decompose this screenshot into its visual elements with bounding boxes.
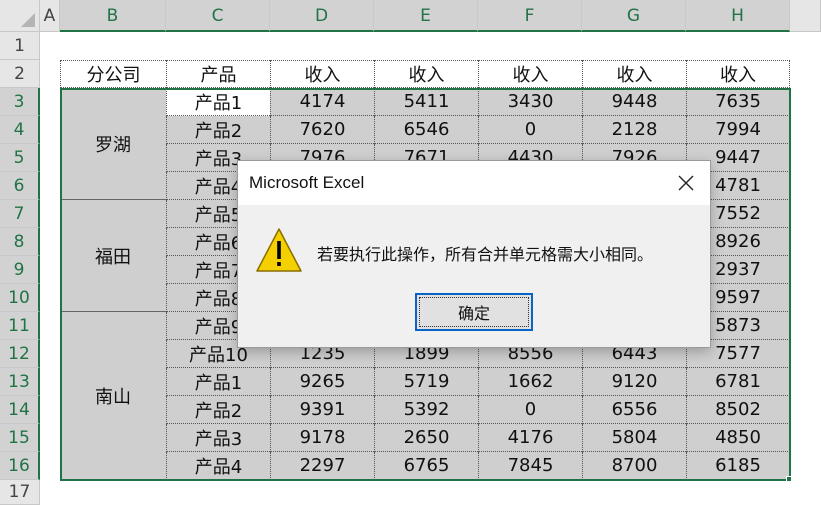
value-cell[interactable]: 8502 (686, 396, 790, 424)
product-cell[interactable]: 产品2 (166, 116, 270, 144)
warning-icon (256, 228, 302, 272)
row-header-2[interactable]: 2 (0, 60, 40, 88)
value-cell[interactable]: 6781 (686, 368, 790, 396)
row-header-15[interactable]: 15 (0, 424, 40, 452)
column-header-h[interactable]: H (686, 0, 790, 32)
column-header-g[interactable]: G (582, 0, 686, 32)
fill-handle[interactable] (786, 476, 792, 482)
header-cell-h[interactable]: 收入 (686, 60, 790, 88)
value-cell[interactable]: 4174 (270, 88, 374, 116)
row-header-11[interactable]: 11 (0, 312, 40, 340)
value-cell[interactable]: 3430 (478, 88, 582, 116)
value-cell[interactable]: 9391 (270, 396, 374, 424)
row-header-9[interactable]: 9 (0, 256, 40, 284)
value-cell[interactable]: 2128 (582, 116, 686, 144)
header-cell-f[interactable]: 收入 (478, 60, 582, 88)
value-cell[interactable]: 8700 (582, 452, 686, 480)
value-cell[interactable]: 7620 (270, 116, 374, 144)
product-cell[interactable]: 产品1 (166, 368, 270, 396)
value-cell[interactable]: 6546 (374, 116, 478, 144)
column-header-f[interactable]: F (478, 0, 582, 32)
column-header-filler (790, 0, 821, 32)
value-cell[interactable]: 5719 (374, 368, 478, 396)
header-cell-g[interactable]: 收入 (582, 60, 686, 88)
value-cell[interactable]: 0 (478, 116, 582, 144)
column-header-b[interactable]: B (60, 0, 166, 32)
dialog-titlebar: Microsoft Excel (238, 161, 710, 205)
group-cell-3[interactable]: 南山 (60, 312, 166, 480)
product-cell[interactable]: 产品1 (166, 88, 270, 116)
row-header-1[interactable]: 1 (0, 32, 40, 60)
value-cell[interactable]: 7845 (478, 452, 582, 480)
row-header-13[interactable]: 13 (0, 368, 40, 396)
header-cell-e[interactable]: 收入 (374, 60, 478, 88)
value-cell[interactable]: 2297 (270, 452, 374, 480)
value-cell[interactable]: 4176 (478, 424, 582, 452)
column-header-a[interactable]: A (40, 0, 60, 32)
column-header-e[interactable]: E (374, 0, 478, 32)
value-cell[interactable]: 5392 (374, 396, 478, 424)
value-cell[interactable]: 7635 (686, 88, 790, 116)
value-cell[interactable]: 9120 (582, 368, 686, 396)
dialog-title: Microsoft Excel (249, 173, 365, 192)
row-header-10[interactable]: 10 (0, 284, 40, 312)
group-cell-2[interactable]: 福田 (60, 200, 166, 312)
product-cell[interactable]: 产品4 (166, 452, 270, 480)
header-cell-b[interactable]: 分公司 (60, 60, 166, 88)
value-cell[interactable]: 6765 (374, 452, 478, 480)
value-cell[interactable]: 9178 (270, 424, 374, 452)
value-cell[interactable]: 5804 (582, 424, 686, 452)
row-header-17[interactable]: 17 (0, 480, 40, 505)
row-header-5[interactable]: 5 (0, 144, 40, 172)
value-cell[interactable]: 5411 (374, 88, 478, 116)
value-cell[interactable]: 9448 (582, 88, 686, 116)
ok-button[interactable]: 确定 (415, 293, 533, 331)
column-header-d[interactable]: D (270, 0, 374, 32)
header-cell-d[interactable]: 收入 (270, 60, 374, 88)
value-cell[interactable]: 0 (478, 396, 582, 424)
value-cell[interactable]: 6556 (582, 396, 686, 424)
row-header-6[interactable]: 6 (0, 172, 40, 200)
select-all-triangle-icon (21, 13, 35, 27)
row-header-14[interactable]: 14 (0, 396, 40, 424)
product-cell[interactable]: 产品2 (166, 396, 270, 424)
header-cell-c[interactable]: 产品 (166, 60, 270, 88)
column-header-c[interactable]: C (166, 0, 270, 32)
close-icon[interactable] (674, 171, 698, 195)
value-cell[interactable]: 4850 (686, 424, 790, 452)
error-dialog: Microsoft Excel 若要执行此操作，所有合并单元格需大小相同。 确定 (237, 160, 711, 348)
row-header-8[interactable]: 8 (0, 228, 40, 256)
dialog-message: 若要执行此操作，所有合并单元格需大小相同。 (317, 245, 654, 264)
product-cell[interactable]: 产品3 (166, 424, 270, 452)
row-header-3[interactable]: 3 (0, 88, 40, 116)
value-cell[interactable]: 9265 (270, 368, 374, 396)
ok-button-focus-ring (419, 297, 529, 327)
value-cell[interactable]: 6185 (686, 452, 790, 480)
value-cell[interactable]: 7994 (686, 116, 790, 144)
row-header-4[interactable]: 4 (0, 116, 40, 144)
select-all-corner[interactable] (0, 0, 40, 32)
row-header-12[interactable]: 12 (0, 340, 40, 368)
row-header-7[interactable]: 7 (0, 200, 40, 228)
row-header-16[interactable]: 16 (0, 452, 40, 480)
group-cell-1[interactable]: 罗湖 (60, 88, 166, 200)
value-cell[interactable]: 2650 (374, 424, 478, 452)
value-cell[interactable]: 1662 (478, 368, 582, 396)
